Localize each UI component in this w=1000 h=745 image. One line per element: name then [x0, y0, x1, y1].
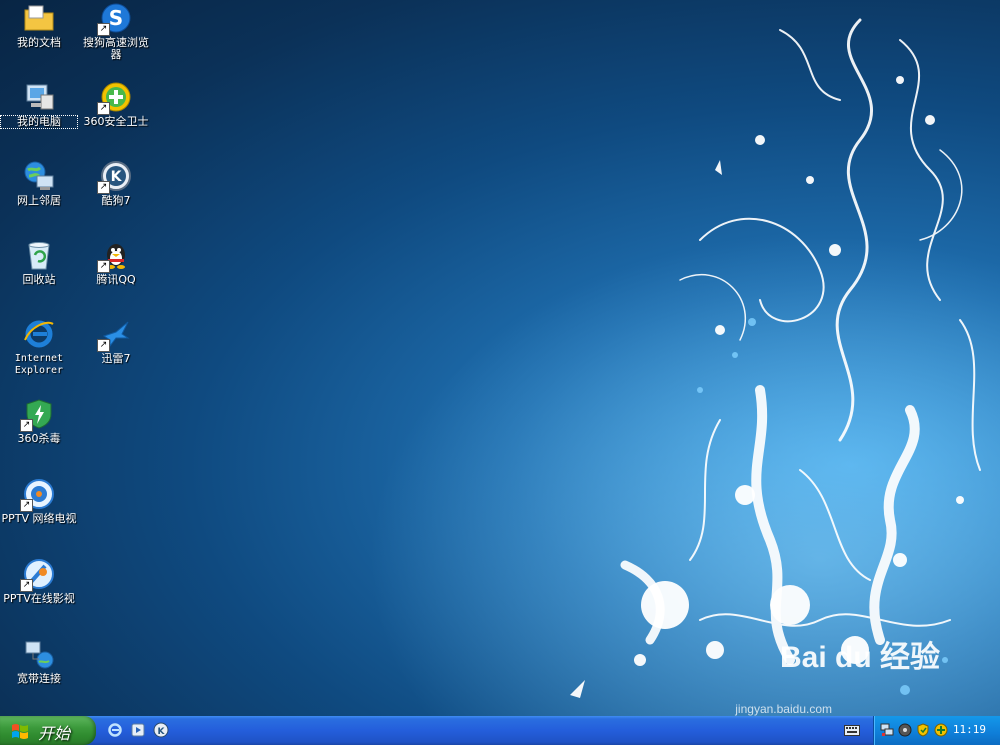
desktop-icon-recycle-bin[interactable]: 回收站: [1, 239, 77, 286]
desktop-icon-label: 酷狗7: [101, 194, 131, 207]
shortcut-arrow-icon: ↗: [20, 579, 33, 592]
start-label: 开始: [38, 724, 71, 743]
network-tray-icon[interactable]: [880, 723, 894, 737]
shortcut-arrow-icon: ↗: [97, 260, 110, 273]
desktop-icon-label: 360安全卫士: [83, 115, 149, 128]
windows-logo-icon: [12, 724, 28, 739]
desktop-icon-network-neighborhood[interactable]: 网上邻居: [1, 160, 77, 207]
quick-launch-media-player-icon[interactable]: [130, 722, 146, 738]
shortcut-arrow-icon: ↗: [20, 499, 33, 512]
taskbar: 开始 K 11:19: [0, 716, 1000, 745]
360-tray-icon[interactable]: [934, 723, 948, 737]
desktop-icon-label: PPTV 网络电视: [1, 512, 77, 525]
baidu-jingyan-url: jingyan.baidu.com: [735, 702, 832, 716]
desktop-icon-label: 搜狗高速浏览器: [83, 36, 149, 61]
computer-icon: [23, 81, 55, 113]
desktop-icon-my-documents[interactable]: 我的文档: [1, 2, 77, 49]
desktop-icon-label: 回收站: [22, 273, 56, 286]
desktop-icon-label: Internet Explorer: [14, 353, 64, 376]
volume-tray-icon[interactable]: [898, 723, 912, 737]
sogou-browser-icon: S ↗: [97, 2, 132, 36]
shortcut-arrow-icon: ↗: [97, 181, 110, 194]
desktop-icon-sogou-browser[interactable]: S ↗ 搜狗高速浏览器: [78, 2, 154, 61]
shortcut-arrow-icon: ↗: [97, 23, 110, 36]
security-shield-tray-icon[interactable]: [916, 723, 930, 737]
desktop-icon-label: 腾讯QQ: [96, 273, 136, 286]
desktop-icon-pptv-network-tv[interactable]: ↗ PPTV 网络电视: [1, 478, 77, 525]
desktop-icon-kugou7[interactable]: K ↗ 酷狗7: [78, 160, 154, 207]
desktop-icon-pptv-online[interactable]: ↗ PPTV在线影视: [1, 558, 77, 605]
desktop-icon-broadband[interactable]: 宽带连接: [1, 638, 77, 685]
keyboard-language-icon[interactable]: [844, 725, 860, 736]
svg-text:S: S: [109, 6, 123, 30]
desktop-icon-label: 我的文档: [17, 36, 61, 49]
desktop[interactable]: 我的文档 我的电脑 网上邻居 回收站 Internet Explorer ↗ 3…: [0, 0, 1000, 716]
pptv-icon: ↗: [20, 478, 55, 512]
desktop-icon-xunlei7[interactable]: ↗ 迅雷7: [78, 318, 154, 365]
desktop-icon-label: 360杀毒: [17, 432, 61, 445]
recycle-bin-icon: [23, 239, 55, 271]
system-tray: 11:19: [873, 716, 1000, 745]
svg-text:K: K: [158, 727, 166, 737]
network-globe-icon: [23, 160, 55, 192]
desktop-icon-internet-explorer[interactable]: Internet Explorer: [1, 318, 77, 377]
folder-icon: [23, 2, 55, 34]
quick-launch-kugou-icon[interactable]: K: [153, 722, 169, 738]
desktop-icon-label: 迅雷7: [101, 352, 131, 365]
baidu-jingyan-watermark: Bai du 经验: [779, 641, 940, 674]
shortcut-arrow-icon: ↗: [97, 102, 110, 115]
desktop-icon-label: PPTV在线影视: [3, 592, 75, 605]
svg-text:K: K: [111, 169, 123, 185]
xunlei-bird-icon: ↗: [97, 318, 132, 352]
shield-icon: ↗: [20, 398, 55, 432]
desktop-icon-tencent-qq[interactable]: ↗ 腾讯QQ: [78, 239, 154, 286]
desktop-icon-label: 宽带连接: [17, 672, 61, 685]
quick-launch-internet-explorer-icon[interactable]: [107, 722, 123, 738]
desktop-icon-label: 我的电脑: [0, 115, 78, 129]
broadband-connection-icon: [23, 638, 55, 670]
desktop-icon-label: 网上邻居: [17, 194, 61, 207]
qq-penguin-icon: ↗: [97, 239, 132, 273]
360-safeguard-icon: ↗: [97, 81, 132, 115]
start-button[interactable]: 开始: [0, 716, 96, 745]
desktop-icon-360-antivirus[interactable]: ↗ 360杀毒: [1, 398, 77, 445]
shortcut-arrow-icon: ↗: [97, 339, 110, 352]
clock[interactable]: 11:19: [953, 723, 986, 736]
desktop-icon-my-computer[interactable]: 我的电脑: [0, 81, 78, 129]
shortcut-arrow-icon: ↗: [20, 419, 33, 432]
desktop-icon-360-safeguard[interactable]: ↗ 360安全卫士: [78, 81, 154, 128]
pptv-online-icon: ↗: [20, 558, 55, 592]
kugou-icon: K ↗: [97, 160, 132, 194]
internet-explorer-icon: [23, 318, 55, 350]
